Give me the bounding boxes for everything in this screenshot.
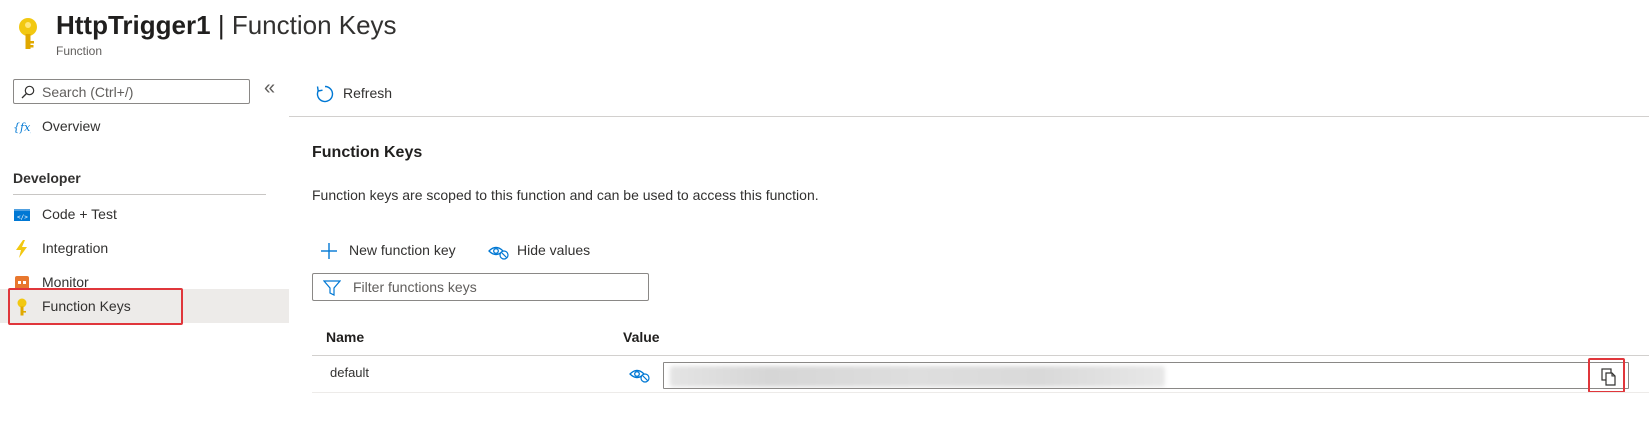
sidebar-item-label: Integration — [42, 240, 109, 256]
svg-text:</>: </> — [17, 214, 28, 221]
sidebar: Search (Ctrl+/) « {fx} Overview Develope… — [0, 70, 289, 443]
hide-values-button[interactable]: Hide values — [488, 240, 608, 264]
page-header: HttpTrigger1 | Function Keys Function — [0, 0, 1649, 66]
sidebar-item-label: Code + Test — [42, 206, 117, 222]
new-function-key-label: New function key — [349, 242, 456, 258]
svg-text:{fx}: {fx} — [13, 121, 31, 134]
refresh-icon — [316, 85, 334, 103]
section-title: Function Keys — [312, 144, 423, 161]
filter-keys-input[interactable]: Filter functions keys — [312, 273, 649, 301]
key-name-cell: default — [330, 365, 370, 380]
collapse-sidebar-button[interactable]: « — [264, 78, 275, 98]
sidebar-item-label: Overview — [42, 118, 101, 134]
new-function-key-button[interactable]: New function key — [320, 240, 470, 264]
refresh-label: Refresh — [343, 85, 393, 101]
section-divider — [13, 194, 266, 195]
function-icon: {fx} — [13, 121, 31, 134]
filter-icon — [323, 280, 341, 296]
resource-name: HttpTrigger1 — [56, 10, 211, 40]
redacted-key-value — [670, 366, 1165, 387]
table-row-divider — [312, 392, 1649, 393]
sidebar-section-developer: Developer — [13, 170, 81, 186]
page-subtitle: Function — [56, 44, 103, 58]
section-description: Function keys are scoped to this functio… — [312, 187, 819, 203]
code-icon: </> — [14, 209, 30, 221]
column-header-value[interactable]: Value — [623, 329, 660, 345]
search-icon — [21, 85, 35, 99]
sidebar-search-input[interactable]: Search (Ctrl+/) — [13, 79, 250, 104]
sidebar-item-overview[interactable]: {fx} Overview — [0, 110, 289, 144]
highlight-box-copy — [1588, 358, 1625, 393]
key-icon — [19, 18, 37, 49]
sidebar-item-code-test[interactable]: </> Code + Test — [0, 198, 289, 232]
title-separator: | — [217, 10, 225, 40]
table-header-divider — [312, 355, 1649, 356]
filter-placeholder: Filter functions keys — [353, 279, 477, 295]
key-value-field[interactable] — [663, 362, 1629, 389]
highlight-box-function-keys — [8, 288, 183, 325]
command-bar: Refresh — [289, 70, 1649, 117]
hide-values-label: Hide values — [517, 242, 591, 258]
hide-eye-icon — [488, 246, 509, 260]
sidebar-item-integration[interactable]: Integration — [0, 232, 289, 266]
search-placeholder: Search (Ctrl+/) — [42, 84, 134, 100]
plus-icon — [321, 243, 337, 259]
column-header-name[interactable]: Name — [326, 329, 364, 345]
page-title: HttpTrigger1 | Function Keys — [56, 8, 397, 42]
lightning-icon — [16, 240, 27, 258]
blade-name: Function Keys — [231, 10, 397, 40]
show-value-eye-icon[interactable] — [629, 366, 651, 384]
